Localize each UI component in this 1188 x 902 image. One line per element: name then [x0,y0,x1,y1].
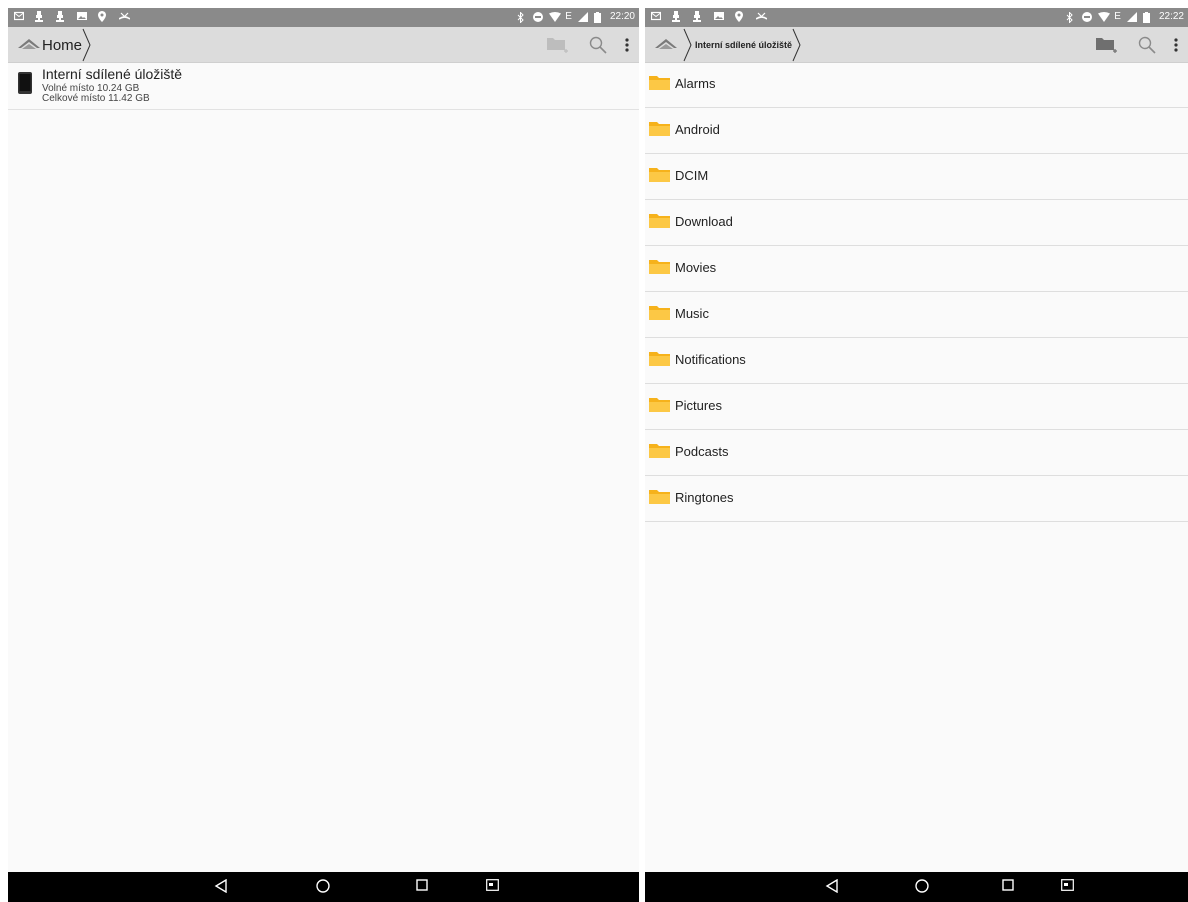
storage-total-space: Celkové místo 11.42 GB [42,93,150,104]
bluetooth-icon [1066,10,1076,24]
folder-icon [649,121,671,142]
folder-icon [649,167,671,188]
recents-icon[interactable] [416,879,428,891]
breadcrumb-separator-icon [792,28,801,62]
status-bar: E 22:20 [8,8,639,27]
screenshot-icon[interactable] [1061,879,1074,891]
breadcrumb-current-folder[interactable]: Interní sdílené úložiště [695,40,792,50]
folder-name: Alarms [675,76,716,91]
breadcrumb-separator-icon [683,28,692,62]
folder-name: Download [675,214,733,229]
folder-name: Podcasts [675,444,729,459]
usb-icon [35,11,45,22]
signal-icon [577,11,588,23]
folder-row[interactable]: Android [645,108,1188,154]
new-folder-icon[interactable] [547,36,571,54]
breadcrumb-label: Home [42,36,83,54]
folder-icon [649,443,671,464]
breadcrumb-home[interactable]: Home [18,28,92,62]
folder-row[interactable]: Ringtones [645,476,1188,522]
folder-name: DCIM [675,168,709,183]
folder-list: Alarms Android DCIM Download Movies Music Noti… [645,62,1188,522]
status-bar: E 22:22 [645,8,1188,27]
image-icon [714,11,724,22]
battery-icon [1142,11,1153,23]
folder-row[interactable]: Alarms [645,62,1188,108]
folder-row[interactable]: Podcasts [645,430,1188,476]
location-icon [98,11,108,22]
do-not-disturb-icon [1082,11,1093,23]
folder-name: Notifications [675,352,746,367]
folder-icon [649,397,671,418]
more-icon[interactable] [1174,37,1178,52]
folder-icon [649,259,671,280]
storage-title: Interní sdílené úložiště [42,66,183,82]
battery-icon [593,11,604,23]
usb-icon [693,11,703,22]
new-folder-icon[interactable] [1096,36,1120,54]
missed-call-icon [755,11,768,22]
tablet-device-icon [18,72,32,99]
folder-icon [649,305,671,326]
navigation-bar [645,872,1188,902]
folder-icon [649,489,671,510]
missed-call-icon [118,11,131,22]
folder-icon [649,351,671,372]
usb-icon [56,11,66,22]
home-icon[interactable] [655,38,677,52]
back-icon[interactable] [214,879,228,893]
folder-row[interactable]: Movies [645,246,1188,292]
signal-icon [1126,11,1137,23]
folder-row[interactable]: Music [645,292,1188,338]
home-icon [18,39,40,49]
action-bar: Interní sdílené úložiště [645,27,1188,63]
search-icon[interactable] [589,36,607,54]
email-icon [13,11,25,22]
folder-row[interactable]: DCIM [645,154,1188,200]
folder-name: Ringtones [675,490,734,505]
back-icon[interactable] [825,879,839,893]
folder-name: Movies [675,260,717,275]
breadcrumb-separator-icon [82,28,91,62]
bluetooth-icon [517,10,527,24]
folder-name: Pictures [675,398,722,413]
action-bar: Home [8,27,639,63]
wifi-icon [549,11,562,23]
internal-storage-item[interactable]: Interní sdílené úložiště Volné místo 10.… [8,63,639,110]
status-time: 22:22 [1158,11,1184,22]
do-not-disturb-icon [533,11,544,23]
folder-name: Android [675,122,720,137]
breadcrumb: Interní sdílené úložiště [655,28,802,62]
wifi-icon [1098,11,1111,23]
network-type: E [565,11,572,22]
search-icon[interactable] [1138,36,1156,54]
folder-row[interactable]: Download [645,200,1188,246]
navigation-bar [8,872,639,902]
status-time: 22:20 [609,11,635,22]
folder-icon [649,213,671,234]
file-manager-home-screen: E 22:20 Home Interní sdílené úložiště Vo… [8,8,639,902]
home-icon[interactable] [915,879,929,893]
usb-icon [672,11,682,22]
folder-row[interactable]: Pictures [645,384,1188,430]
screenshot-icon[interactable] [486,879,499,891]
folder-icon [649,75,671,96]
home-icon[interactable] [316,879,330,893]
image-icon [77,11,87,22]
recents-icon[interactable] [1002,879,1014,891]
network-type: E [1114,11,1121,22]
location-icon [735,11,745,22]
folder-name: Music [675,306,709,321]
file-manager-folder-screen: E 22:22 Interní sdílené úložiště Alarms A… [645,8,1188,902]
folder-row[interactable]: Notifications [645,338,1188,384]
more-icon[interactable] [625,37,629,52]
email-icon [650,11,662,22]
